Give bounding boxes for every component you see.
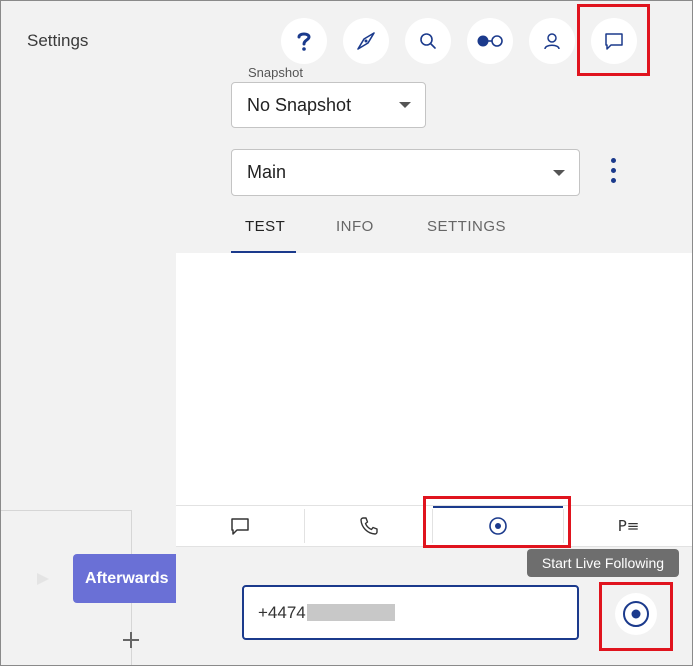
tab-active-indicator: [231, 251, 296, 253]
chevron-down-icon: [399, 102, 411, 108]
bottom-tab-live-follow[interactable]: [433, 505, 563, 547]
bottom-tab-list-label: P≡: [617, 517, 640, 535]
phone-icon: [359, 517, 378, 535]
tooltip-start-live-following: Start Live Following: [527, 549, 679, 577]
compass-icon: [357, 32, 375, 50]
chat-icon: [231, 518, 249, 535]
help-icon: [297, 32, 311, 51]
settings-label[interactable]: Settings: [27, 31, 88, 51]
compass-button[interactable]: [343, 18, 389, 64]
bottom-tab-list[interactable]: P≡: [564, 505, 693, 547]
search-button[interactable]: [405, 18, 451, 64]
tab-settings[interactable]: SETTINGS: [427, 218, 506, 235]
start-live-following-button[interactable]: [615, 593, 657, 635]
toggle-icon: [477, 35, 503, 47]
snapshot-select-value: No Snapshot: [247, 94, 352, 115]
toggle-button[interactable]: [467, 18, 513, 64]
tab-test[interactable]: TEST: [245, 218, 285, 235]
phone-number-value: +4474: [258, 602, 306, 622]
live-follow-icon: [489, 517, 507, 535]
search-icon: [420, 33, 436, 49]
tab-info[interactable]: INFO: [336, 218, 374, 235]
chat-button[interactable]: [591, 18, 637, 64]
more-options-icon[interactable]: [608, 158, 618, 190]
bottom-tab-phone[interactable]: [305, 505, 432, 547]
chat-icon: [605, 33, 623, 50]
bottom-tab-active-indicator: [433, 506, 563, 508]
bottom-tab-chat[interactable]: [176, 505, 304, 547]
plus-icon[interactable]: [121, 630, 141, 650]
user-button[interactable]: [529, 18, 575, 64]
branch-select-value: Main: [247, 162, 287, 182]
branch-select[interactable]: Main: [231, 149, 580, 196]
help-button[interactable]: [281, 18, 327, 64]
panel-content: [176, 253, 693, 505]
play-icon[interactable]: [35, 571, 51, 587]
snapshot-label: Snapshot: [246, 65, 305, 80]
snapshot-select[interactable]: No Snapshot: [231, 82, 426, 128]
phone-number-input[interactable]: +4474: [242, 585, 579, 640]
live-follow-icon: [623, 601, 649, 627]
redacted-digits: [306, 604, 395, 621]
chevron-down-icon: [553, 169, 565, 176]
afterwards-node[interactable]: Afterwards: [73, 554, 183, 603]
user-icon: [544, 33, 560, 50]
